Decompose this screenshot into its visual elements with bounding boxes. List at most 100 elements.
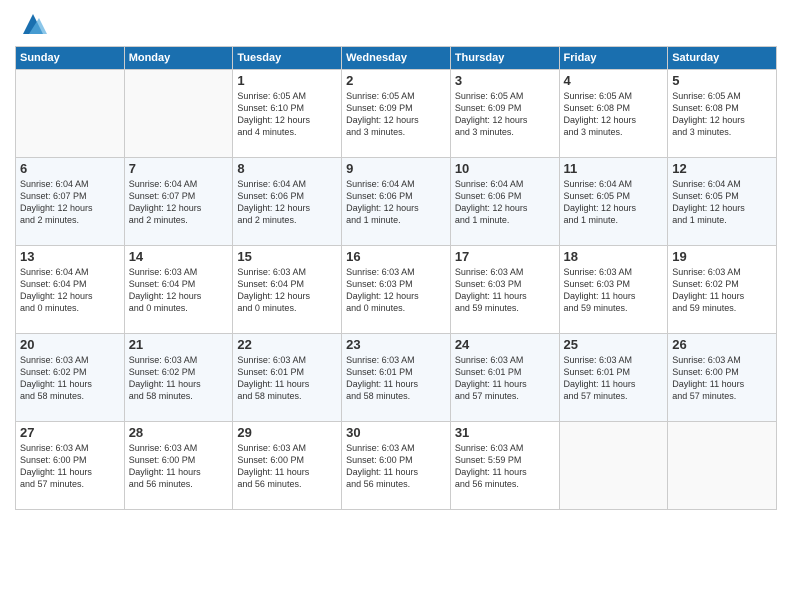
- calendar-day-cell: 10Sunrise: 6:04 AM Sunset: 6:06 PM Dayli…: [450, 158, 559, 246]
- day-number: 13: [20, 249, 120, 264]
- day-number: 17: [455, 249, 555, 264]
- calendar-week-row: 20 Sunrise: 6:03 AM Sunset: 6:02 PM Dayli…: [16, 334, 777, 422]
- calendar-day-cell: 28 Sunrise: 6:03 AM Sunset: 6:00 PM Dayli…: [124, 422, 233, 510]
- day-number: 21: [129, 337, 229, 352]
- logo-icon: [19, 10, 47, 38]
- day-detail: Sunrise: 6:03 AM Sunset: 6:04 PM Dayligh…: [129, 266, 229, 315]
- day-detail: Sunrise: 6:03 AM Sunset: 6:02 PM Dayligh…: [672, 266, 772, 315]
- calendar-week-row: 13 Sunrise: 6:04 AM Sunset: 6:04 PM Dayli…: [16, 246, 777, 334]
- calendar-day-cell: 30 Sunrise: 6:03 AM Sunset: 6:00 PM Dayli…: [342, 422, 451, 510]
- calendar-day-cell: 3 Sunrise: 6:05 AM Sunset: 6:09 PM Daylig…: [450, 70, 559, 158]
- day-number: 12: [672, 161, 772, 176]
- day-detail: Sunrise: 6:03 AM Sunset: 6:00 PM Dayligh…: [346, 442, 446, 491]
- calendar-day-cell: 21 Sunrise: 6:03 AM Sunset: 6:02 PM Dayli…: [124, 334, 233, 422]
- day-detail: Sunrise: 6:03 AM Sunset: 6:00 PM Dayligh…: [129, 442, 229, 491]
- day-number: 31: [455, 425, 555, 440]
- day-number: 14: [129, 249, 229, 264]
- day-detail: Sunrise: 6:04 AM Sunset: 6:04 PM Dayligh…: [20, 266, 120, 315]
- day-number: 3: [455, 73, 555, 88]
- calendar-header-sunday: Sunday: [16, 47, 125, 70]
- day-number: 4: [564, 73, 664, 88]
- calendar-day-cell: [668, 422, 777, 510]
- day-detail: Sunrise: 6:03 AM Sunset: 6:00 PM Dayligh…: [237, 442, 337, 491]
- day-number: 19: [672, 249, 772, 264]
- calendar-week-row: 27 Sunrise: 6:03 AM Sunset: 6:00 PM Dayli…: [16, 422, 777, 510]
- calendar-day-cell: 22 Sunrise: 6:03 AM Sunset: 6:01 PM Dayli…: [233, 334, 342, 422]
- day-number: 22: [237, 337, 337, 352]
- day-detail: Sunrise: 6:05 AM Sunset: 6:09 PM Dayligh…: [455, 90, 555, 139]
- calendar-day-cell: 31 Sunrise: 6:03 AM Sunset: 5:59 PM Dayli…: [450, 422, 559, 510]
- day-detail: Sunrise: 6:04 AM Sunset: 6:06 PM Dayligh…: [237, 178, 337, 227]
- day-number: 27: [20, 425, 120, 440]
- day-number: 20: [20, 337, 120, 352]
- day-detail: Sunrise: 6:03 AM Sunset: 6:02 PM Dayligh…: [20, 354, 120, 403]
- day-detail: Sunrise: 6:03 AM Sunset: 6:01 PM Dayligh…: [346, 354, 446, 403]
- calendar: SundayMondayTuesdayWednesdayThursdayFrid…: [15, 46, 777, 510]
- day-number: 25: [564, 337, 664, 352]
- day-number: 6: [20, 161, 120, 176]
- calendar-day-cell: 11 Sunrise: 6:04 AM Sunset: 6:05 PM Dayli…: [559, 158, 668, 246]
- calendar-day-cell: 6Sunrise: 6:04 AM Sunset: 6:07 PM Daylig…: [16, 158, 125, 246]
- day-number: 10: [455, 161, 555, 176]
- day-number: 9: [346, 161, 446, 176]
- day-detail: Sunrise: 6:03 AM Sunset: 6:01 PM Dayligh…: [455, 354, 555, 403]
- day-number: 15: [237, 249, 337, 264]
- day-number: 1: [237, 73, 337, 88]
- day-number: 18: [564, 249, 664, 264]
- day-number: 24: [455, 337, 555, 352]
- day-detail: Sunrise: 6:03 AM Sunset: 6:01 PM Dayligh…: [237, 354, 337, 403]
- day-detail: Sunrise: 6:05 AM Sunset: 6:10 PM Dayligh…: [237, 90, 337, 139]
- calendar-day-cell: 2 Sunrise: 6:05 AM Sunset: 6:09 PM Daylig…: [342, 70, 451, 158]
- calendar-header-tuesday: Tuesday: [233, 47, 342, 70]
- day-detail: Sunrise: 6:03 AM Sunset: 6:00 PM Dayligh…: [672, 354, 772, 403]
- day-detail: Sunrise: 6:05 AM Sunset: 6:08 PM Dayligh…: [672, 90, 772, 139]
- calendar-day-cell: 23Sunrise: 6:03 AM Sunset: 6:01 PM Dayli…: [342, 334, 451, 422]
- day-detail: Sunrise: 6:03 AM Sunset: 5:59 PM Dayligh…: [455, 442, 555, 491]
- calendar-day-cell: 17Sunrise: 6:03 AM Sunset: 6:03 PM Dayli…: [450, 246, 559, 334]
- day-detail: Sunrise: 6:03 AM Sunset: 6:03 PM Dayligh…: [346, 266, 446, 315]
- calendar-day-cell: 24 Sunrise: 6:03 AM Sunset: 6:01 PM Dayli…: [450, 334, 559, 422]
- day-detail: Sunrise: 6:05 AM Sunset: 6:08 PM Dayligh…: [564, 90, 664, 139]
- calendar-day-cell: 29 Sunrise: 6:03 AM Sunset: 6:00 PM Dayli…: [233, 422, 342, 510]
- day-number: 29: [237, 425, 337, 440]
- calendar-day-cell: [559, 422, 668, 510]
- day-number: 2: [346, 73, 446, 88]
- calendar-day-cell: 7Sunrise: 6:04 AM Sunset: 6:07 PM Daylig…: [124, 158, 233, 246]
- calendar-header-row: SundayMondayTuesdayWednesdayThursdayFrid…: [16, 47, 777, 70]
- calendar-header-monday: Monday: [124, 47, 233, 70]
- day-number: 11: [564, 161, 664, 176]
- calendar-day-cell: 1 Sunrise: 6:05 AM Sunset: 6:10 PM Daylig…: [233, 70, 342, 158]
- calendar-day-cell: [16, 70, 125, 158]
- calendar-day-cell: 18 Sunrise: 6:03 AM Sunset: 6:03 PM Dayli…: [559, 246, 668, 334]
- calendar-day-cell: 26Sunrise: 6:03 AM Sunset: 6:00 PM Dayli…: [668, 334, 777, 422]
- calendar-header-wednesday: Wednesday: [342, 47, 451, 70]
- header: [15, 10, 777, 38]
- day-detail: Sunrise: 6:03 AM Sunset: 6:04 PM Dayligh…: [237, 266, 337, 315]
- day-number: 8: [237, 161, 337, 176]
- calendar-week-row: 1 Sunrise: 6:05 AM Sunset: 6:10 PM Daylig…: [16, 70, 777, 158]
- calendar-day-cell: 27 Sunrise: 6:03 AM Sunset: 6:00 PM Dayli…: [16, 422, 125, 510]
- day-detail: Sunrise: 6:05 AM Sunset: 6:09 PM Dayligh…: [346, 90, 446, 139]
- day-detail: Sunrise: 6:04 AM Sunset: 6:06 PM Dayligh…: [346, 178, 446, 227]
- day-detail: Sunrise: 6:03 AM Sunset: 6:03 PM Dayligh…: [564, 266, 664, 315]
- day-detail: Sunrise: 6:04 AM Sunset: 6:05 PM Dayligh…: [672, 178, 772, 227]
- calendar-day-cell: 20 Sunrise: 6:03 AM Sunset: 6:02 PM Dayli…: [16, 334, 125, 422]
- calendar-header-thursday: Thursday: [450, 47, 559, 70]
- calendar-day-cell: 9 Sunrise: 6:04 AM Sunset: 6:06 PM Daylig…: [342, 158, 451, 246]
- calendar-day-cell: 13 Sunrise: 6:04 AM Sunset: 6:04 PM Dayli…: [16, 246, 125, 334]
- day-detail: Sunrise: 6:04 AM Sunset: 6:07 PM Dayligh…: [129, 178, 229, 227]
- day-detail: Sunrise: 6:04 AM Sunset: 6:05 PM Dayligh…: [564, 178, 664, 227]
- logo: [15, 10, 47, 38]
- day-number: 30: [346, 425, 446, 440]
- calendar-header-friday: Friday: [559, 47, 668, 70]
- calendar-day-cell: 8 Sunrise: 6:04 AM Sunset: 6:06 PM Daylig…: [233, 158, 342, 246]
- calendar-day-cell: 5 Sunrise: 6:05 AM Sunset: 6:08 PM Daylig…: [668, 70, 777, 158]
- page: SundayMondayTuesdayWednesdayThursdayFrid…: [0, 0, 792, 520]
- calendar-day-cell: 15 Sunrise: 6:03 AM Sunset: 6:04 PM Dayli…: [233, 246, 342, 334]
- day-number: 5: [672, 73, 772, 88]
- day-number: 28: [129, 425, 229, 440]
- day-detail: Sunrise: 6:03 AM Sunset: 6:01 PM Dayligh…: [564, 354, 664, 403]
- calendar-day-cell: 14 Sunrise: 6:03 AM Sunset: 6:04 PM Dayli…: [124, 246, 233, 334]
- day-detail: Sunrise: 6:03 AM Sunset: 6:00 PM Dayligh…: [20, 442, 120, 491]
- day-detail: Sunrise: 6:03 AM Sunset: 6:02 PM Dayligh…: [129, 354, 229, 403]
